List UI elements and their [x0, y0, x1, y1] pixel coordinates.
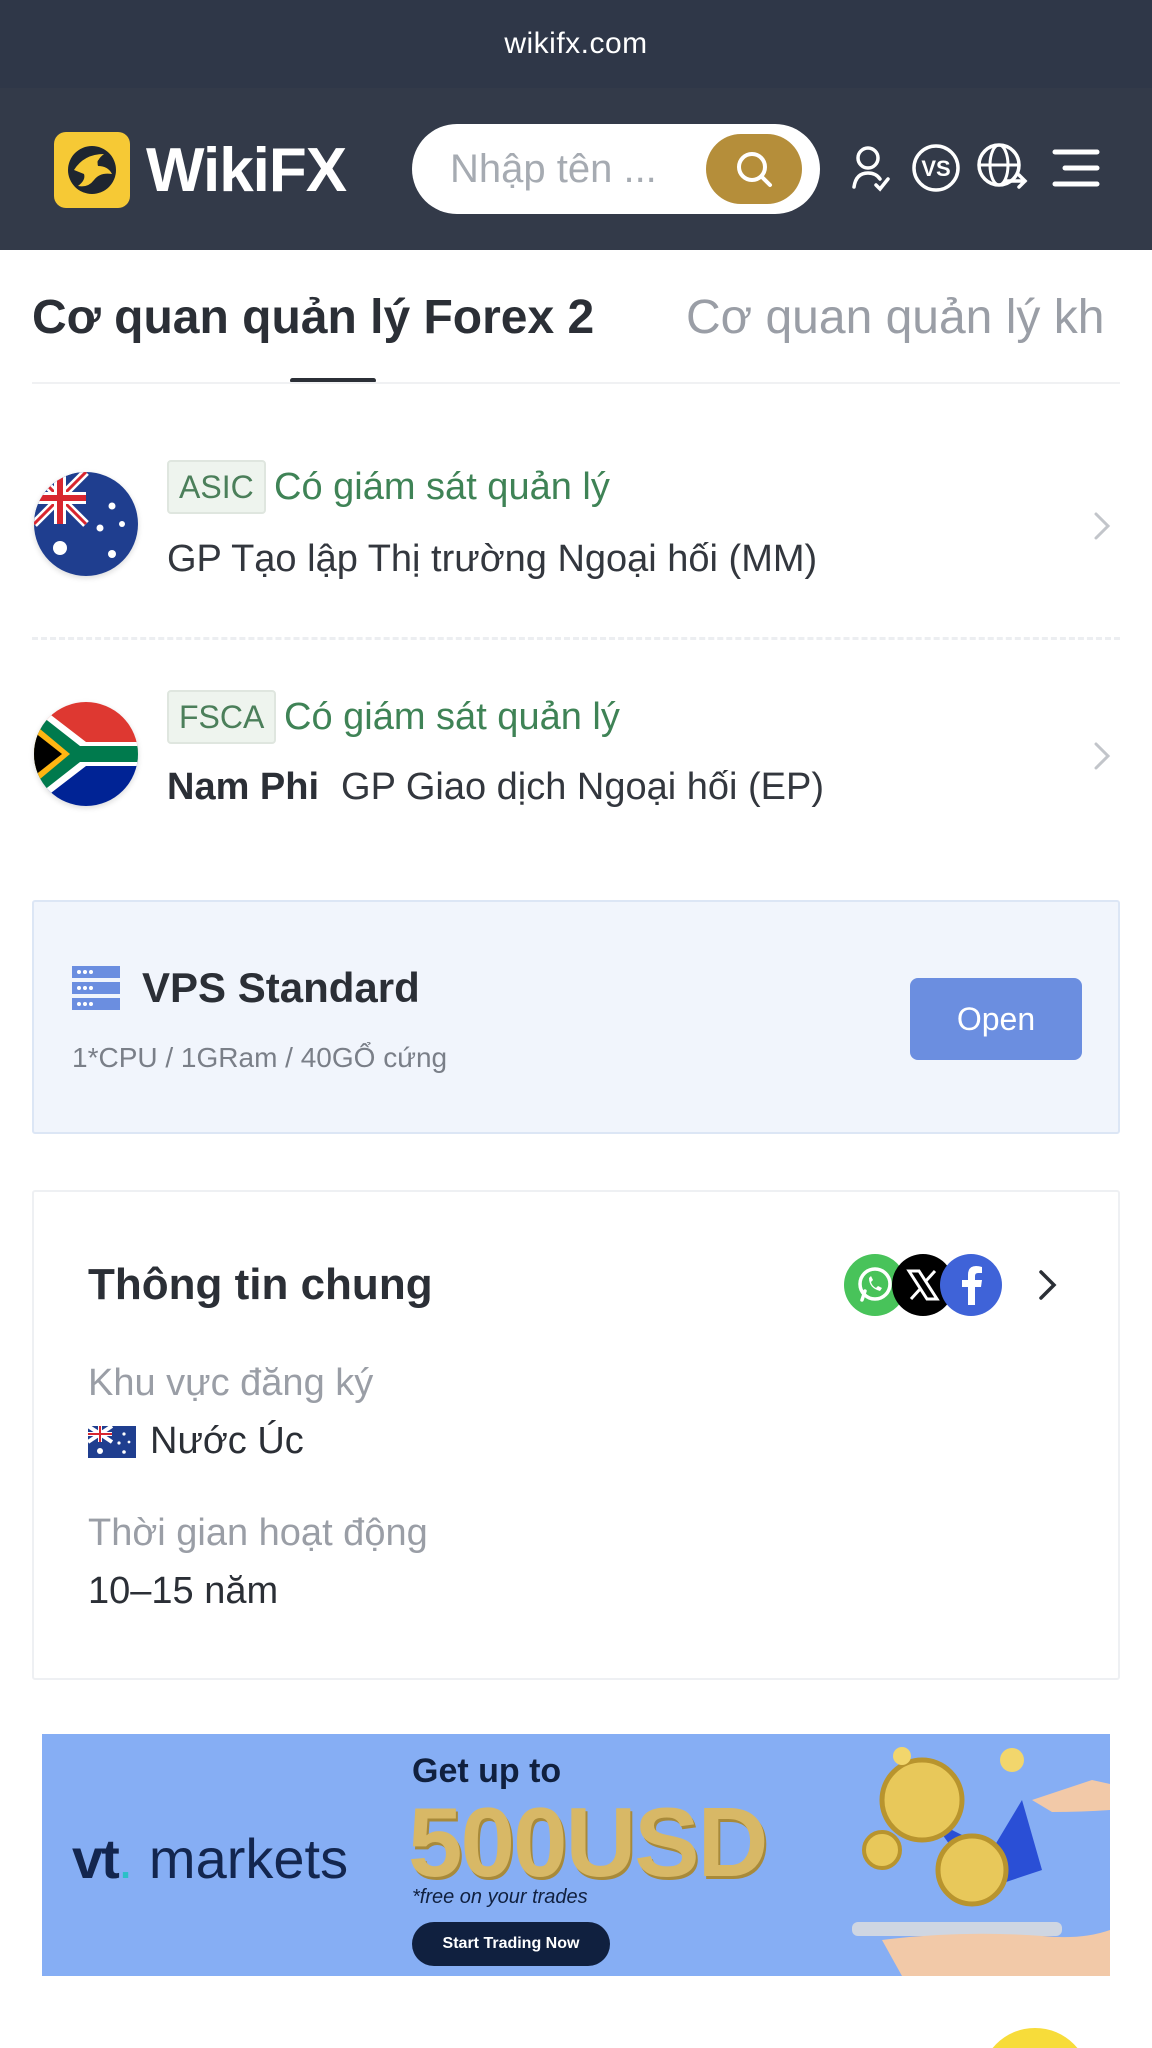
coins-hand-illustration-icon — [852, 1747, 1110, 1976]
user-icon[interactable] — [842, 140, 898, 196]
browser-url-bar[interactable]: wikifx.com — [0, 0, 1152, 88]
region-value: Nước Úc — [150, 1420, 304, 1462]
license-type: GP Tạo lập Thị trường Ngoại hối (MM) — [167, 538, 817, 581]
active-tab-indicator — [290, 378, 376, 382]
regulator-item-fsca[interactable]: FSCA Có giám sát quản lý Nam Phi GP Giao … — [32, 646, 1120, 860]
general-info-title: Thông tin chung — [88, 1260, 433, 1309]
vps-card: VPS Standard 1*CPU / 1GRam / 40GỔ cứng O… — [32, 900, 1120, 1134]
vt-markets-logo: vt. markets — [72, 1826, 348, 1891]
menu-icon[interactable] — [1048, 140, 1104, 196]
vps-open-button[interactable]: Open — [910, 978, 1082, 1060]
divider — [32, 637, 1120, 640]
floating-help-button[interactable] — [980, 2028, 1090, 2048]
search-box — [412, 124, 820, 214]
regulator-country: Nam Phi — [167, 766, 320, 808]
wikifx-logo-icon[interactable] — [54, 132, 130, 208]
license-label: GP Tạo lập Thị trường Ngoại hối (MM) — [167, 538, 818, 580]
regulator-badge: ASIC — [167, 460, 266, 514]
vt-logo-text: markets — [148, 1827, 349, 1890]
australia-flag-icon — [88, 1425, 136, 1458]
general-info-card: Thông tin chung Khu vực đăng ký Nước Úc … — [32, 1190, 1120, 1680]
license-type: Nam Phi GP Giao dịch Ngoại hối (EP) — [167, 766, 824, 809]
globe-icon[interactable] — [974, 140, 1030, 196]
vps-title: VPS Standard — [142, 964, 420, 1011]
regulator-item-asic[interactable]: ASIC Có giám sát quản lý GP Tạo lập Thị … — [32, 416, 1120, 630]
facebook-icon[interactable] — [940, 1254, 1002, 1316]
vt-logo-mark: vt — [72, 1827, 120, 1890]
operating-time-label: Thời gian hoạt động — [88, 1512, 428, 1554]
search-input[interactable] — [450, 144, 690, 194]
region-label: Khu vực đăng ký — [88, 1362, 374, 1404]
site-header: WikiFX VS — [0, 88, 1152, 250]
regulated-status: Có giám sát quản lý — [284, 696, 620, 738]
start-trading-button[interactable]: Start Trading Now — [412, 1922, 610, 1966]
vs-icon[interactable]: VS — [908, 140, 964, 196]
search-button[interactable] — [706, 134, 802, 204]
regulator-tabs: Cơ quan quản lý Forex 2 Cơ quan quản lý … — [32, 250, 1120, 384]
server-icon — [72, 966, 120, 1010]
regulated-status: Có giám sát quản lý — [274, 466, 610, 508]
tab-other-regulator[interactable]: Cơ quan quản lý kh — [686, 290, 1104, 345]
vps-spec: 1*CPU / 1GRam / 40GỔ cứng — [72, 1042, 448, 1073]
url-text: wikifx.com — [504, 27, 648, 60]
vt-logo-dot: . — [117, 1827, 134, 1890]
chevron-right-icon — [1094, 512, 1111, 540]
banner-amount: 500USD — [408, 1787, 768, 1897]
regulator-badge: FSCA — [167, 690, 277, 744]
operating-time-value: 10–15 năm — [88, 1570, 279, 1612]
license-label: GP Giao dịch Ngoại hối (EP) — [341, 766, 825, 808]
banner-note: *free on your trades — [412, 1886, 588, 1908]
chevron-right-icon — [1094, 742, 1111, 770]
svg-text:VS: VS — [921, 156, 950, 181]
tab-forex-regulator[interactable]: Cơ quan quản lý Forex 2 — [32, 290, 594, 345]
australia-flag-icon — [34, 472, 138, 576]
chevron-right-icon[interactable] — [1032, 1264, 1062, 1306]
south-africa-flag-icon — [34, 702, 138, 806]
region-value-row: Nước Úc — [88, 1420, 304, 1463]
brand-name: WikiFX — [146, 136, 347, 205]
vt-markets-banner[interactable]: vt. markets Get up to 500USD *free on yo… — [42, 1734, 1110, 1976]
search-icon — [737, 152, 772, 187]
